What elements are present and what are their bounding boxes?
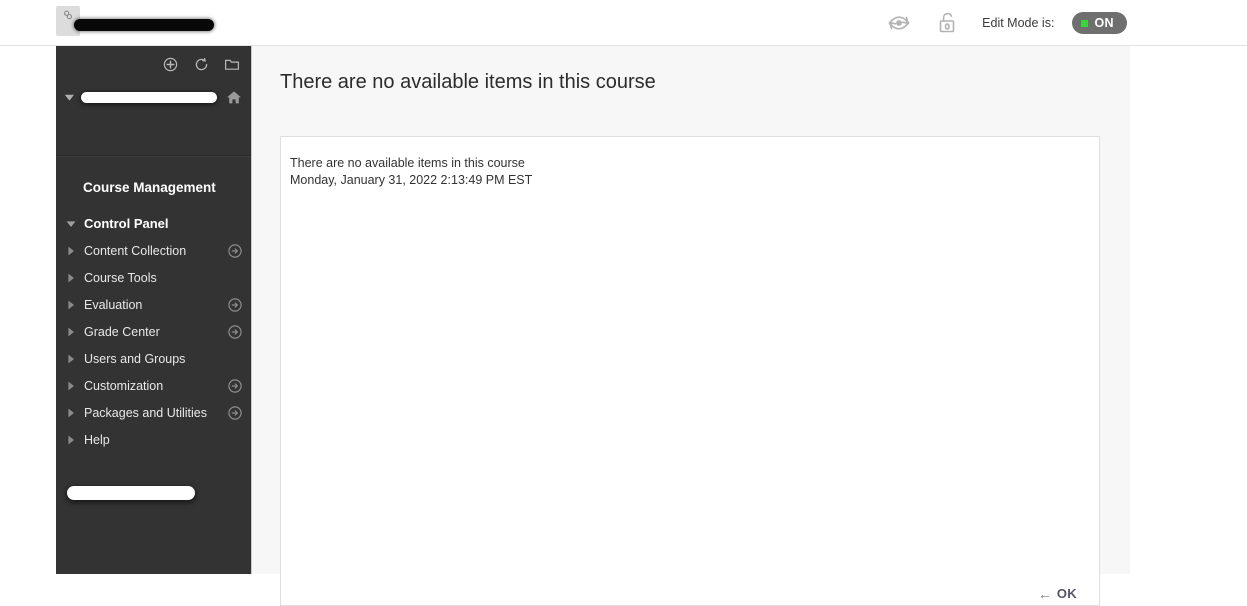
sidebar-divider bbox=[56, 155, 251, 157]
edit-mode-state-label: ON bbox=[1094, 16, 1114, 30]
edit-mode-status-dot bbox=[1081, 19, 1089, 27]
expand-circle-arrow-icon[interactable] bbox=[227, 378, 243, 393]
ok-button[interactable]: ← OK bbox=[1038, 586, 1077, 601]
edit-mode-label: Edit Mode is: bbox=[982, 16, 1055, 30]
left-gutter bbox=[0, 46, 56, 574]
caret-right-icon[interactable] bbox=[64, 327, 78, 337]
sidebar-item-label: Users and Groups bbox=[84, 351, 186, 366]
caret-right-icon[interactable] bbox=[64, 246, 78, 256]
top-bar: Edit Mode is: ON bbox=[0, 0, 1247, 46]
sidebar-item-label: Control Panel bbox=[84, 216, 169, 231]
sidebar-item-label: Course Tools bbox=[84, 270, 157, 285]
sidebar-item-label: Grade Center bbox=[84, 324, 160, 339]
sidebar-item-content-collection[interactable]: Content Collection bbox=[56, 237, 251, 264]
page-title: There are no available items in this cou… bbox=[280, 71, 656, 93]
sidebar-item-label: Customization bbox=[84, 378, 164, 393]
control-panel-nav: Control Panel Content Collection Course To… bbox=[56, 210, 251, 453]
brand-area bbox=[56, 6, 214, 36]
expand-circle-arrow-icon[interactable] bbox=[227, 297, 243, 312]
course-title-row bbox=[56, 74, 251, 106]
course-management-header: Course Management bbox=[83, 180, 216, 195]
top-bar-actions: Edit Mode is: ON bbox=[884, 0, 1127, 46]
sidebar-bottom-redaction bbox=[67, 486, 195, 500]
expand-circle-arrow-icon[interactable] bbox=[227, 243, 243, 258]
sidebar-item-control-panel[interactable]: Control Panel bbox=[56, 210, 251, 237]
panel-message-block: There are no available items in this cou… bbox=[290, 155, 532, 189]
folder-view-icon[interactable] bbox=[223, 55, 241, 73]
expand-circle-arrow-icon[interactable] bbox=[227, 405, 243, 420]
main-content-area: There are no available items in this cou… bbox=[252, 46, 1130, 606]
caret-right-icon[interactable] bbox=[64, 408, 78, 418]
sidebar-item-users-and-groups[interactable]: Users and Groups bbox=[56, 345, 251, 372]
panel-message-text: There are no available items in this cou… bbox=[290, 156, 525, 170]
caret-right-icon[interactable] bbox=[64, 381, 78, 391]
edit-mode-toggle[interactable]: ON bbox=[1072, 12, 1127, 34]
ok-button-label: OK bbox=[1056, 586, 1077, 601]
content-panel: There are no available items in this cou… bbox=[280, 136, 1100, 606]
caret-right-icon[interactable] bbox=[64, 300, 78, 310]
course-collapse-caret-icon[interactable] bbox=[62, 90, 76, 104]
student-preview-icon[interactable] bbox=[884, 8, 914, 38]
right-gutter bbox=[1130, 46, 1247, 574]
add-content-icon[interactable] bbox=[161, 55, 179, 73]
caret-right-icon[interactable] bbox=[64, 273, 78, 283]
refresh-icon[interactable] bbox=[192, 55, 210, 73]
sidebar-item-evaluation[interactable]: Evaluation bbox=[56, 291, 251, 318]
sidebar-item-label: Help bbox=[84, 432, 110, 447]
course-menu-sidebar: Course Management Control Panel Content C… bbox=[56, 46, 251, 574]
course-menu-toolbar bbox=[56, 46, 251, 74]
brand-title-redaction bbox=[74, 19, 214, 31]
caret-right-icon[interactable] bbox=[64, 435, 78, 445]
panel-timestamp: Monday, January 31, 2022 2:13:49 PM EST bbox=[290, 173, 533, 187]
sidebar-item-help[interactable]: Help bbox=[56, 426, 251, 453]
sidebar-item-label: Packages and Utilities bbox=[84, 405, 207, 420]
course-title-redaction bbox=[81, 91, 217, 103]
sidebar-item-customization[interactable]: Customization bbox=[56, 372, 251, 399]
sidebar-item-grade-center[interactable]: Grade Center bbox=[56, 318, 251, 345]
sidebar-item-course-tools[interactable]: Course Tools bbox=[56, 264, 251, 291]
sidebar-item-label: Content Collection bbox=[84, 243, 187, 258]
open-padlock-icon[interactable] bbox=[932, 8, 962, 38]
sidebar-item-packages-and-utilities[interactable]: Packages and Utilities bbox=[56, 399, 251, 426]
caret-down-icon[interactable] bbox=[64, 220, 78, 228]
back-arrow-icon: ← bbox=[1037, 585, 1052, 602]
expand-circle-arrow-icon[interactable] bbox=[227, 324, 243, 339]
caret-right-icon[interactable] bbox=[64, 354, 78, 364]
sidebar-item-label: Evaluation bbox=[84, 297, 143, 312]
home-icon[interactable] bbox=[225, 88, 243, 106]
